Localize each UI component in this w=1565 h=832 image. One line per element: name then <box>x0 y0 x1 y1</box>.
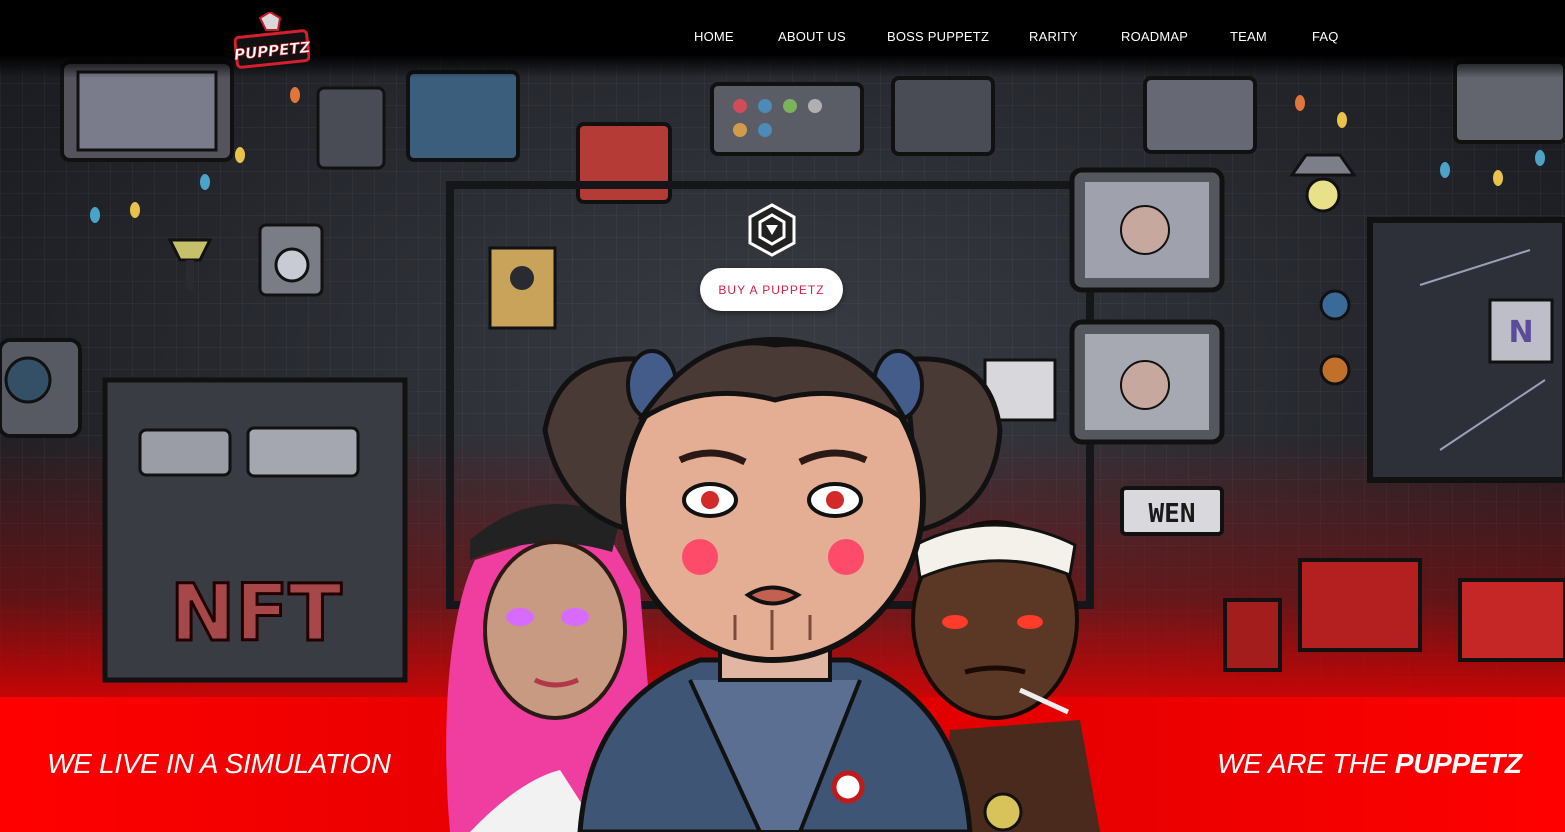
tagline-right: WE ARE THE PUPPETZ <box>1217 748 1522 779</box>
crypto-com-icon <box>748 203 796 257</box>
nav-team[interactable]: TEAM <box>1230 29 1267 44</box>
site-header: PUPPETZ HOME ABOUT US BOSS PUPPETZ RARIT… <box>0 0 1565 78</box>
puppetz-characters <box>446 337 1100 832</box>
main-nav: HOME ABOUT US BOSS PUPPETZ RARITY ROADMA… <box>0 29 1565 49</box>
hero-section: WEN N NFT WE LIVE IN A SIMULATION WE ARE… <box>0 0 1565 832</box>
nav-rarity[interactable]: RARITY <box>1029 29 1078 44</box>
tagline-brand-emphasis: PUPPETZ <box>1394 748 1522 779</box>
buy-puppetz-button[interactable]: BUY A PUPPETZ <box>700 268 843 311</box>
tagline-left: WE LIVE IN A SIMULATION <box>47 748 391 779</box>
nav-faq[interactable]: FAQ <box>1312 29 1339 44</box>
nav-about-us[interactable]: ABOUT US <box>778 29 846 44</box>
nav-boss-puppetz[interactable]: BOSS PUPPETZ <box>887 29 989 44</box>
nav-home[interactable]: HOME <box>694 29 734 44</box>
nav-roadmap[interactable]: ROADMAP <box>1121 29 1188 44</box>
